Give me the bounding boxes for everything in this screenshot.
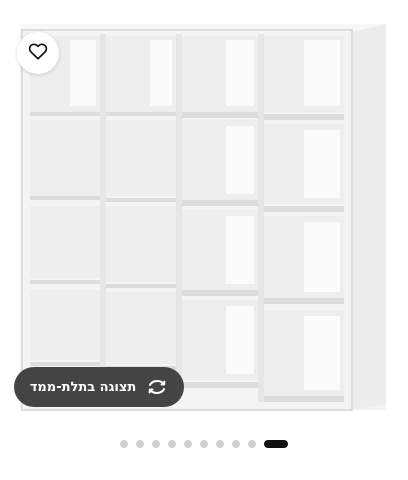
cubby	[106, 206, 176, 282]
cubby	[30, 120, 100, 196]
carousel-dot[interactable]	[136, 440, 144, 448]
carousel-dot[interactable]	[168, 440, 176, 448]
cubby	[30, 206, 100, 278]
view-3d-button[interactable]: תצוגה בתלת-ממד	[14, 367, 184, 407]
carousel-dot[interactable]	[120, 440, 128, 448]
cubby	[106, 292, 176, 364]
carousel-dot[interactable]	[248, 440, 256, 448]
carousel-dot[interactable]	[216, 440, 224, 448]
cubby	[30, 290, 100, 360]
carousel-dot[interactable]	[232, 440, 240, 448]
product-gallery-screen: תצוגה בתלת-ממד	[0, 0, 408, 480]
view-3d-label: תצוגה בתלת-ממד	[29, 379, 137, 395]
cubby	[106, 120, 176, 196]
carousel-dot[interactable]	[152, 440, 160, 448]
carousel-dot[interactable]	[200, 440, 208, 448]
favorite-button[interactable]	[17, 32, 59, 74]
carousel-pagination	[0, 438, 408, 450]
shelf-side-panel	[352, 24, 386, 410]
carousel-dot-active[interactable]	[264, 440, 288, 448]
carousel-dot[interactable]	[184, 440, 192, 448]
heart-outline-icon	[28, 42, 48, 64]
product-image[interactable]	[0, 0, 408, 420]
rotate-3d-icon	[146, 379, 168, 395]
